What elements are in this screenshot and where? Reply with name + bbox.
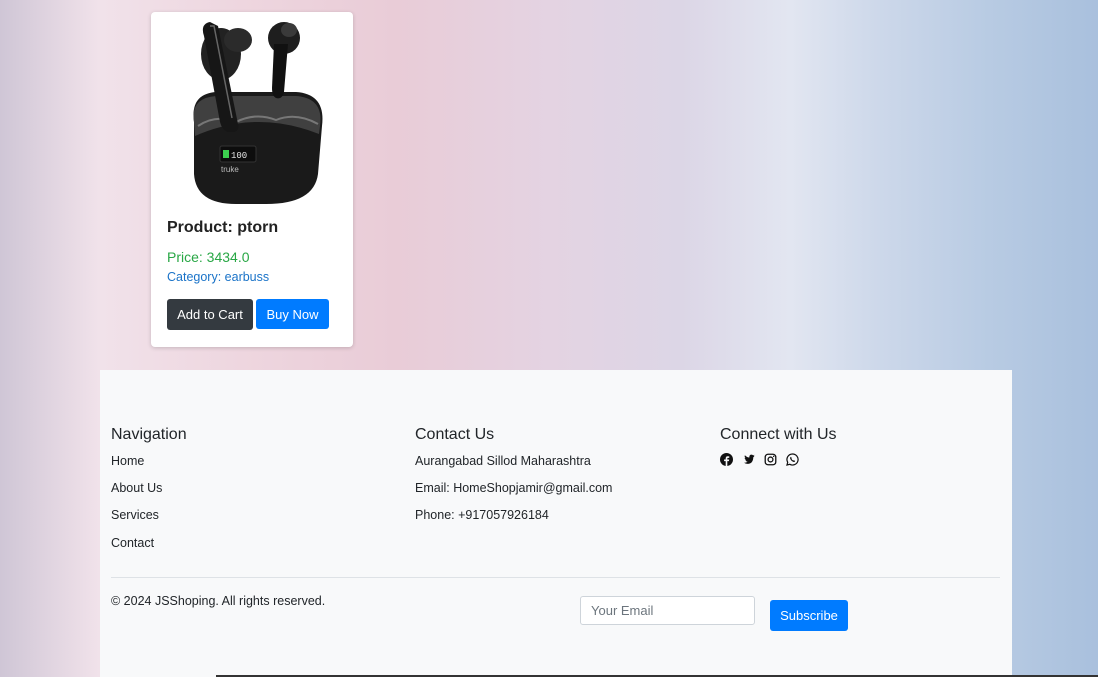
twitter-icon[interactable] (742, 453, 755, 466)
product-category: Category: earbuss (167, 270, 270, 284)
svg-text:truke: truke (221, 165, 239, 174)
instagram-icon[interactable] (764, 453, 777, 466)
footer-link-home[interactable]: Home (111, 454, 144, 468)
svg-text:100: 100 (231, 151, 247, 161)
subscribe-button[interactable]: Subscribe (770, 600, 848, 631)
subscribe-email-input[interactable] (580, 596, 755, 625)
copyright-text: © 2024 JSShoping. All rights reserved. (111, 594, 326, 608)
product-image[interactable]: 100 truke (176, 14, 326, 210)
whatsapp-icon[interactable] (786, 453, 799, 466)
contact-address: Aurangabad Sillod Maharashtra (415, 454, 591, 468)
navigation-title: Navigation (111, 426, 187, 443)
footer-link-services[interactable]: Services (111, 508, 159, 522)
footer: Navigation Home About Us Services Contac… (100, 370, 1012, 677)
add-to-cart-button[interactable]: Add to Cart (167, 299, 253, 330)
footer-link-about[interactable]: About Us (111, 481, 162, 495)
facebook-icon[interactable] (720, 453, 733, 466)
product-price: Price: 3434.0 (167, 249, 250, 265)
buy-now-button[interactable]: Buy Now (256, 299, 329, 329)
contact-email: Email: HomeShopjamir@gmail.com (415, 481, 613, 495)
footer-divider (111, 577, 1000, 578)
product-card: 100 truke Product: ptorn Price: 3434.0 C… (151, 12, 353, 347)
product-title: Product: ptorn (167, 219, 279, 236)
contact-title: Contact Us (415, 426, 495, 443)
social-links (720, 453, 799, 466)
footer-link-contact[interactable]: Contact (111, 536, 154, 550)
connect-title: Connect with Us (720, 426, 837, 443)
contact-phone: Phone: +917057926184 (415, 508, 549, 522)
